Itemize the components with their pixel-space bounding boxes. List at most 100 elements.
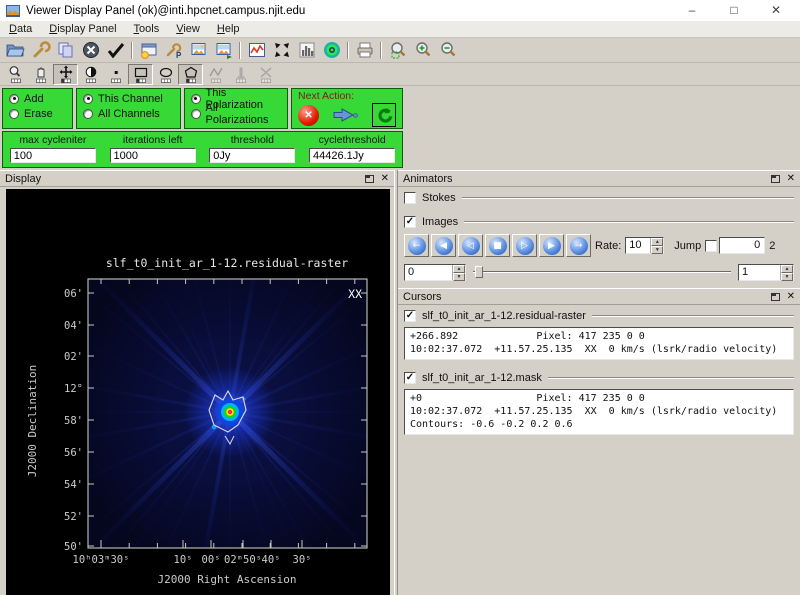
spin-up-icon[interactable]: ▲ (453, 265, 465, 273)
threshold-input[interactable] (209, 148, 295, 163)
frame-spinbox[interactable]: 0 ▲▼ (404, 264, 466, 281)
minimize-button[interactable]: – (674, 0, 710, 21)
reverse-play-button[interactable]: ◀ (431, 234, 456, 257)
refresh-action-button[interactable] (372, 103, 396, 127)
position-marker-tool[interactable] (253, 64, 278, 85)
stop-action-button[interactable]: ✕ (298, 105, 319, 126)
radio-icon[interactable] (9, 94, 19, 104)
polyline-tool[interactable] (203, 64, 228, 85)
close-button[interactable]: ✕ (758, 0, 794, 21)
checkmark-icon[interactable] (103, 40, 128, 61)
copy-icon[interactable] (53, 40, 78, 61)
float-panel-icon[interactable] (365, 175, 374, 183)
radio-icon[interactable] (191, 109, 201, 119)
ellipse-region-tool[interactable] (153, 64, 178, 85)
iterations-left-input[interactable] (110, 148, 196, 163)
interactive-clean-panel: Add Erase This Channel All Channels This… (2, 88, 403, 168)
close-data-icon[interactable] (78, 40, 103, 61)
open-data-icon[interactable] (3, 40, 28, 61)
colormap-icon[interactable] (319, 40, 344, 61)
stokes-checkbox[interactable] (404, 192, 416, 204)
menu-data[interactable]: Data (9, 23, 32, 35)
colormap-fiddle-tool[interactable] (78, 64, 103, 85)
step-backward-button[interactable]: ◁ (458, 234, 483, 257)
go-to-end-button[interactable]: → (566, 234, 591, 257)
radio-icon[interactable] (83, 94, 93, 104)
close-panel-icon[interactable]: ✕ (787, 173, 795, 184)
spin-down-icon[interactable]: ▼ (453, 273, 465, 281)
menu-help[interactable]: Help (217, 23, 240, 35)
images-checkbox[interactable]: ✓ (404, 216, 416, 228)
radio-this-channel[interactable]: This Channel (83, 91, 173, 106)
frame-value: 0 (405, 265, 452, 280)
residual-tracker-checkbox[interactable]: ✓ (404, 310, 416, 322)
radio-icon[interactable] (9, 109, 19, 119)
radio-all-polarizations[interactable]: All Polarizations (191, 106, 281, 121)
menu-view[interactable]: View (176, 23, 200, 35)
frame-slider[interactable] (473, 264, 731, 280)
annotation-tool[interactable] (228, 64, 253, 85)
zoom-tool[interactable] (3, 64, 28, 85)
animators-body: Stokes ✓ Images ← ◀ ◁ ■ ▷ ▶ → Rate: (398, 187, 800, 288)
stop-playback-button[interactable]: ■ (485, 234, 510, 257)
radio-icon[interactable] (83, 109, 93, 119)
mask-tracker-checkbox[interactable]: ✓ (404, 372, 416, 384)
close-panel-icon[interactable]: ✕ (787, 291, 795, 302)
jump-checkbox[interactable] (705, 240, 717, 252)
panel-options-icon[interactable]: P (161, 40, 186, 61)
max-cycleniter-label: max cycleniter (19, 134, 86, 146)
radio-icon[interactable] (191, 94, 201, 104)
float-panel-icon[interactable] (771, 293, 780, 301)
image-canvas[interactable]: slf_t0_init_ar_1-12.residual-raster XX 0… (6, 189, 390, 595)
rate-value: 10 (626, 238, 650, 253)
max-cycleniter-input[interactable] (10, 148, 96, 163)
maximize-button[interactable]: □ (716, 0, 752, 21)
mouse-toolbar (0, 63, 800, 86)
fit-window-icon[interactable] (269, 40, 294, 61)
menu-display-panel[interactable]: Display Panel (49, 23, 116, 35)
hand-tool[interactable] (28, 64, 53, 85)
cursors-title: Cursors (403, 291, 442, 303)
restore-image-icon[interactable] (211, 40, 236, 61)
cursors-body: ✓ slf_t0_init_ar_1-12.residual-raster +2… (398, 305, 800, 438)
jump-input[interactable]: 0 (719, 237, 765, 254)
iterations-left-label: iterations left (123, 134, 183, 146)
pan-tool[interactable] (53, 64, 78, 85)
polygon-region-tool[interactable] (178, 64, 203, 85)
save-image-icon[interactable] (186, 40, 211, 61)
spin-up-icon[interactable]: ▲ (781, 265, 793, 273)
frame-end-spinbox[interactable]: 1 ▲▼ (738, 264, 794, 281)
go-to-start-button[interactable]: ← (404, 234, 429, 257)
new-display-panel-icon[interactable] (136, 40, 161, 61)
cyclethreshold-input[interactable] (309, 148, 395, 163)
slider-handle[interactable] (475, 266, 483, 278)
point-region-tool[interactable] (103, 64, 128, 85)
data-wrench-icon[interactable] (28, 40, 53, 61)
polarization-scope-group: This Polarization All Polarizations (184, 88, 288, 129)
close-panel-icon[interactable]: ✕ (381, 173, 389, 184)
y-tick-labels: 06' 04' 02' 12° 58' 56' 54' 52' 50' (64, 288, 83, 553)
animators-header: Animators ✕ (398, 170, 800, 187)
spin-down-icon[interactable]: ▼ (781, 273, 793, 281)
print-icon[interactable] (352, 40, 377, 61)
play-button[interactable]: ▶ (539, 234, 564, 257)
radio-add[interactable]: Add (9, 91, 66, 106)
zoom-in-icon[interactable] (410, 40, 435, 61)
max-cycleniter-field: max cycleniter (7, 134, 99, 163)
spin-up-icon[interactable]: ▲ (651, 238, 663, 246)
radio-all-channels[interactable]: All Channels (83, 106, 173, 121)
continue-action-button[interactable] (332, 106, 359, 124)
spectral-profile-icon[interactable] (244, 40, 269, 61)
step-forward-button[interactable]: ▷ (512, 234, 537, 257)
display-dock-title: Display (5, 173, 41, 185)
float-panel-icon[interactable] (771, 175, 780, 183)
rate-spinbox[interactable]: 10 ▲▼ (625, 237, 664, 254)
histogram-icon[interactable] (294, 40, 319, 61)
spin-down-icon[interactable]: ▼ (651, 246, 663, 254)
zoom-full-icon[interactable] (385, 40, 410, 61)
svg-text:00ˢ: 00ˢ (202, 554, 221, 566)
zoom-out-icon[interactable] (435, 40, 460, 61)
menu-tools[interactable]: Tools (134, 23, 160, 35)
rectangle-region-tool[interactable] (128, 64, 153, 85)
radio-erase[interactable]: Erase (9, 106, 66, 121)
